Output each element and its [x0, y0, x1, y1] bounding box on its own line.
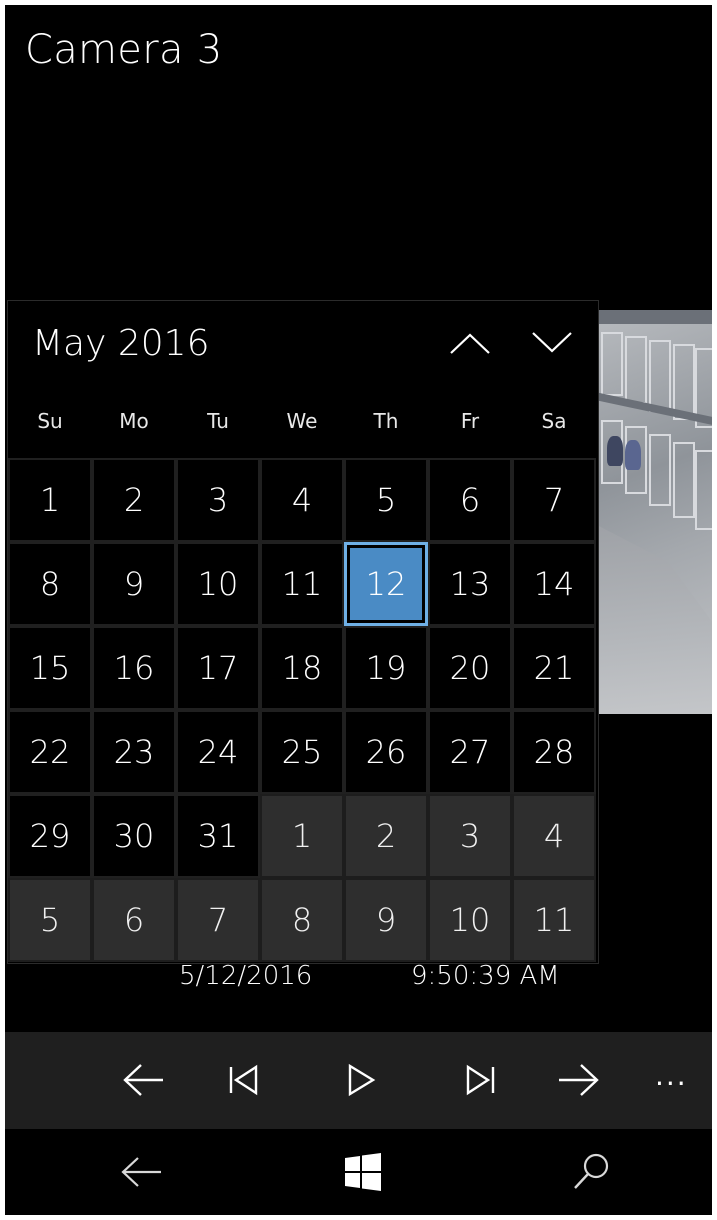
day-cell[interactable]: 9 — [92, 542, 176, 626]
calendar-day-grid: 1 2 3 4 5 6 7 8 9 10 11 12 13 14 15 16 1… — [8, 458, 598, 962]
page-title: Camera 3 — [25, 27, 223, 73]
day-cell-next-month[interactable]: 7 — [176, 878, 260, 962]
day-cell[interactable]: 31 — [176, 794, 260, 878]
day-cell-next-month[interactable]: 2 — [344, 794, 428, 878]
windows-start-icon — [345, 1153, 381, 1191]
day-cell[interactable]: 29 — [8, 794, 92, 878]
skip-previous-button[interactable] — [215, 1054, 271, 1106]
day-cell-next-month[interactable]: 3 — [428, 794, 512, 878]
previous-button[interactable] — [115, 1054, 171, 1106]
day-cell[interactable]: 28 — [512, 710, 596, 794]
calendar-month-label[interactable]: May 2016 — [32, 323, 210, 364]
day-cell[interactable]: 13 — [428, 542, 512, 626]
day-cell[interactable]: 1 — [8, 458, 92, 542]
day-cell-next-month[interactable]: 8 — [260, 878, 344, 962]
calendar-flyout: May 2016 Su Mo Tu We Th Fr Sa 1 2 3 4 5 … — [7, 300, 599, 964]
day-cell[interactable]: 17 — [176, 626, 260, 710]
playback-date[interactable]: 5/12/2016 — [179, 961, 312, 991]
day-cell[interactable]: 10 — [176, 542, 260, 626]
weekday-label: Sa — [541, 409, 567, 433]
more-options-button[interactable]: ... — [655, 1062, 688, 1090]
day-cell-next-month[interactable]: 6 — [92, 878, 176, 962]
day-cell-selected[interactable]: 12 — [344, 542, 428, 626]
weekday-label: Tu — [207, 409, 229, 433]
day-cell[interactable]: 5 — [344, 458, 428, 542]
day-cell[interactable]: 21 — [512, 626, 596, 710]
day-cell[interactable]: 23 — [92, 710, 176, 794]
day-cell[interactable]: 30 — [92, 794, 176, 878]
day-cell[interactable]: 26 — [344, 710, 428, 794]
weekday-label: Th — [373, 409, 399, 433]
back-icon — [121, 1157, 161, 1187]
skip-next-icon — [466, 1064, 495, 1096]
day-cell[interactable]: 20 — [428, 626, 512, 710]
skip-next-button[interactable] — [453, 1054, 509, 1106]
day-cell[interactable]: 8 — [8, 542, 92, 626]
playback-app-bar: ... — [5, 1032, 712, 1129]
day-cell-next-month[interactable]: 10 — [428, 878, 512, 962]
day-cell-next-month[interactable]: 5 — [8, 878, 92, 962]
day-cell[interactable]: 16 — [92, 626, 176, 710]
system-search-button[interactable] — [561, 1147, 621, 1197]
day-cell[interactable]: 3 — [176, 458, 260, 542]
day-cell-next-month[interactable]: 11 — [512, 878, 596, 962]
day-cell[interactable]: 2 — [92, 458, 176, 542]
weekday-label: We — [286, 409, 318, 433]
day-cell-next-month[interactable]: 4 — [512, 794, 596, 878]
day-cell[interactable]: 11 — [260, 542, 344, 626]
system-nav-bar — [5, 1129, 712, 1215]
previous-month-button[interactable] — [448, 327, 492, 359]
play-button[interactable] — [333, 1054, 389, 1106]
search-icon — [574, 1153, 609, 1189]
day-cell-next-month[interactable]: 1 — [260, 794, 344, 878]
app-screen: Camera 3 May 2016 Su Mo Tu We Th Fr Sa 1… — [5, 5, 712, 1215]
camera-video-feed[interactable] — [595, 310, 712, 714]
playback-time[interactable]: 9:50:39 AM — [411, 961, 560, 991]
weekday-label: Mo — [119, 409, 149, 433]
arrow-left-icon — [123, 1064, 163, 1096]
next-button[interactable] — [551, 1054, 607, 1106]
play-icon — [348, 1063, 376, 1097]
day-cell[interactable]: 4 — [260, 458, 344, 542]
day-cell-next-month[interactable]: 9 — [344, 878, 428, 962]
day-cell[interactable]: 25 — [260, 710, 344, 794]
system-start-button[interactable] — [333, 1147, 393, 1197]
day-cell[interactable]: 19 — [344, 626, 428, 710]
day-cell[interactable]: 15 — [8, 626, 92, 710]
day-cell[interactable]: 27 — [428, 710, 512, 794]
day-cell[interactable]: 14 — [512, 542, 596, 626]
next-month-button[interactable] — [530, 327, 574, 359]
day-cell[interactable]: 6 — [428, 458, 512, 542]
day-cell[interactable]: 7 — [512, 458, 596, 542]
chevron-down-icon — [532, 332, 572, 353]
day-cell[interactable]: 22 — [8, 710, 92, 794]
day-cell[interactable]: 18 — [260, 626, 344, 710]
chevron-up-icon — [450, 333, 490, 354]
arrow-right-icon — [559, 1064, 599, 1096]
day-cell[interactable]: 24 — [176, 710, 260, 794]
skip-previous-icon — [229, 1064, 258, 1096]
weekday-label: Fr — [460, 409, 480, 433]
system-back-button[interactable] — [111, 1147, 171, 1197]
weekday-label: Su — [37, 409, 63, 433]
